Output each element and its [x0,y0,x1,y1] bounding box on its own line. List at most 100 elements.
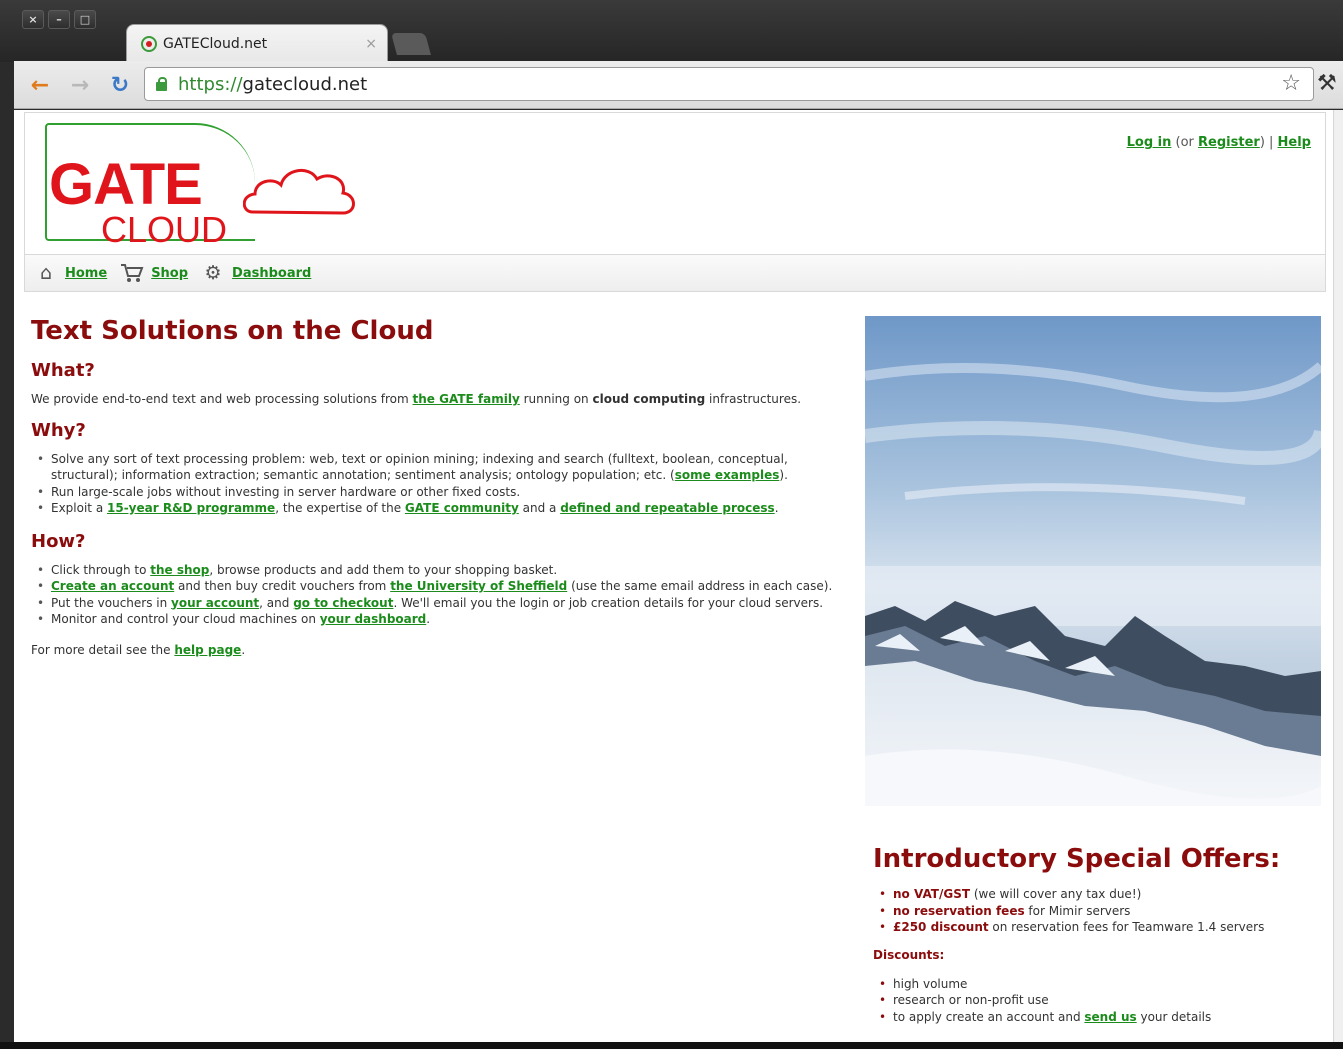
separator-text: ) | [1259,135,1278,150]
logo-word-gate: GATE [49,152,203,217]
offer-text: for Mimir servers [1024,903,1131,918]
gate-family-link[interactable]: the GATE family [413,392,520,406]
nav-shop[interactable]: Shop [119,260,188,286]
the-shop-link[interactable]: the shop [150,563,209,577]
university-sheffield-link[interactable]: the University of Sheffield [390,579,567,593]
gate-community-link[interactable]: GATE community [405,501,519,515]
what-text-2: running on [519,392,593,406]
how-text-2a: and then buy credit vouchers from [174,579,391,593]
checkout-link[interactable]: go to checkout [293,596,393,610]
lock-icon [155,77,168,91]
how-text-3b: , and [259,595,294,610]
how-list: Click through to the shop, browse produc… [31,562,851,628]
cloud-computing-bold: cloud computing [592,392,706,406]
list-item: Run large-scale jobs without investing i… [31,484,851,501]
rd-programme-link[interactable]: 15-year R&D programme [107,501,275,515]
favicon-icon [141,35,157,52]
window-close-button[interactable]: × [22,10,44,29]
site-navbar: ⌂ Home Shop ⚙ Dashboard [24,254,1326,292]
list-item: Monitor and control your cloud machines … [31,611,851,628]
how-text-3a: Put the vouchers in [51,595,172,610]
url-scheme: https:// [178,73,243,95]
wrench-menu-icon[interactable]: ⚒ [1317,71,1337,96]
mountain-photo [865,316,1321,806]
tab-title: GATECloud.net [163,35,268,52]
why-heading: Why? [31,419,86,441]
list-item: no reservation fees for Mimir servers [873,903,1313,920]
how-text-1a: Click through to [51,562,151,577]
how-text-3c: . We'll email you the login or job creat… [393,595,824,610]
cloud-icon [243,169,355,215]
list-item: to apply create an account and send us y… [873,1009,1313,1026]
how-text-2b: (use the same email address in each case… [567,579,833,593]
offers-title: Introductory Special Offers: [873,844,1281,874]
register-link[interactable]: Register [1198,135,1260,150]
back-arrow-icon[interactable]: ← [26,71,54,99]
cart-icon [119,260,145,286]
list-item: Create an account and then buy credit vo… [31,578,851,595]
help-link[interactable]: Help [1278,135,1311,150]
window-controls: × – □ [22,10,96,29]
bookmark-star-icon[interactable]: ☆ [1281,71,1301,96]
sidebar: Introductory Special Offers: no VAT/GST … [865,316,1321,1025]
nav-home[interactable]: ⌂ Home [33,260,107,286]
forward-arrow-icon[interactable]: → [66,71,94,99]
how-text-4b: . [426,612,431,626]
detail-text-b: . [241,642,246,657]
what-paragraph: We provide end-to-end text and web proce… [31,391,851,408]
mountain-photo-image [865,316,1321,806]
list-item: £250 discount on reservation fees for Te… [873,919,1313,936]
what-text-1: We provide end-to-end text and web proce… [31,392,413,406]
offer-bold: no VAT/GST [893,887,971,901]
create-account-link[interactable]: Create an account [51,579,174,593]
your-account-link[interactable]: your account [171,596,259,610]
login-link[interactable]: Log in [1127,135,1172,150]
offer-bold: no reservation fees [893,903,1025,918]
offer-bold: £250 discount [893,920,989,934]
offers-list: no VAT/GST (we will cover any tax due!) … [873,886,1313,936]
account-links: Log in (or Register) | Help [1127,135,1311,150]
send-us-link[interactable]: send us [1084,1010,1136,1024]
nav-dashboard-link[interactable]: Dashboard [232,266,311,281]
discounts-list: high volume research or non-profit use t… [873,976,1313,1026]
vertical-scrollbar[interactable] [1333,110,1343,1042]
list-item: Solve any sort of text processing proble… [31,451,851,484]
help-page-link[interactable]: help page [174,643,241,657]
logo-word-cloud: CLOUD [101,209,228,250]
address-bar[interactable]: https://gatecloud.net ☆ [144,67,1314,101]
offer-text: on reservation fees for Teamware 1.4 ser… [988,920,1265,934]
discounts-heading: Discounts: [873,947,945,962]
how-heading: How? [31,530,86,552]
detail-paragraph: For more detail see the help page. [31,642,851,659]
window-bottom-edge [0,1042,1343,1049]
how-text-1b: , browse products and add them to your s… [209,562,558,577]
browser-toolbar: ← → ↻ https://gatecloud.net ☆ ⚒ [14,61,1343,109]
why-text-3c: and a [518,501,561,515]
defined-process-link[interactable]: defined and repeatable process [560,501,775,515]
window-minimize-button[interactable]: – [48,10,70,29]
list-item: Put the vouchers in your account, and go… [31,595,851,612]
offer-text: (we will cover any tax due!) [970,887,1142,901]
nav-dashboard[interactable]: ⚙ Dashboard [200,260,312,286]
list-item: no VAT/GST (we will cover any tax due!) [873,886,1313,903]
why-list: Solve any sort of text processing proble… [31,451,851,517]
nav-home-link[interactable]: Home [65,266,107,281]
new-tab-button[interactable] [391,33,431,55]
nav-shop-link[interactable]: Shop [151,266,188,281]
your-dashboard-link[interactable]: your dashboard [320,612,427,626]
some-examples-link[interactable]: some examples [675,468,780,482]
reload-icon[interactable]: ↻ [106,71,134,99]
discount-text-a: to apply create an account and [893,1009,1085,1024]
gatecloud-logo[interactable]: GATE CLOUD [45,121,365,251]
page-title: Text Solutions on the Cloud [31,316,434,346]
offers-box: Introductory Special Offers: no VAT/GST … [865,806,1321,1025]
browser-tab[interactable]: GATECloud.net × [126,24,388,62]
what-heading: What? [31,360,95,381]
home-icon: ⌂ [39,262,53,284]
why-text-1-end: ). [779,468,788,482]
tab-close-icon[interactable]: × [365,36,377,52]
window-maximize-button[interactable]: □ [74,10,96,29]
main-content: Text Solutions on the Cloud What? We pro… [31,316,851,666]
title-bar: × – □ GATECloud.net × [0,0,1343,62]
url-host: gatecloud.net [242,73,368,95]
